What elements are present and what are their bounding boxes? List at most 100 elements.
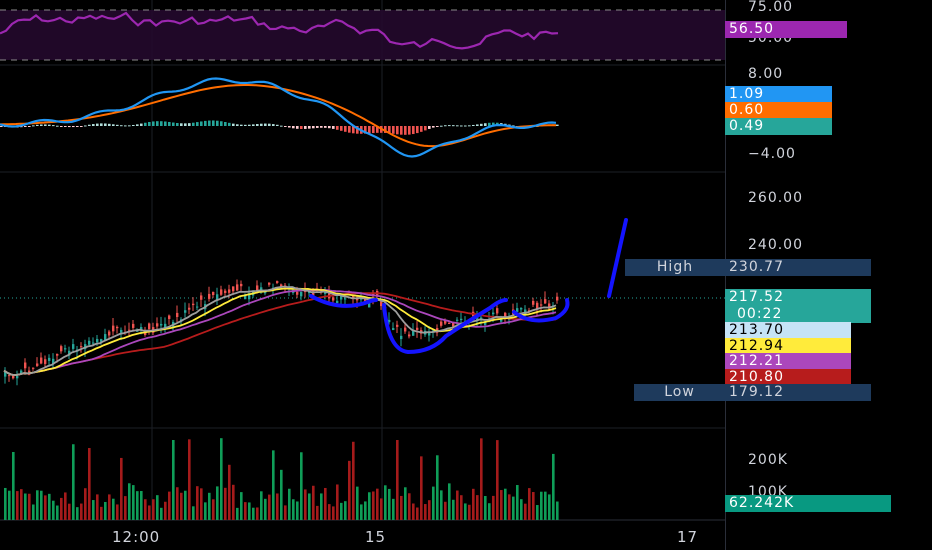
volume-bar: [152, 499, 155, 520]
macd-histogram-bar: [408, 126, 411, 135]
candle-body: [456, 319, 459, 321]
volume-bar: [356, 486, 359, 520]
macd-histogram-bar: [296, 126, 299, 129]
candle-body: [24, 362, 27, 369]
candle-body: [276, 281, 279, 283]
candle-body: [224, 290, 227, 293]
volume-bar: [460, 495, 463, 520]
volume-bar: [288, 488, 291, 520]
candle-body: [32, 367, 35, 369]
volume-bar: [412, 503, 415, 520]
macd-line-value: 1.09: [725, 86, 832, 103]
macd-histogram-bar: [236, 124, 239, 126]
volume-bar: [108, 494, 111, 520]
time-label-17: 17: [677, 528, 699, 546]
volume-bar: [320, 493, 323, 520]
candle-body: [64, 348, 67, 350]
volume-bar: [432, 486, 435, 520]
volume-bar: [184, 490, 187, 520]
macd-histogram-bar: [64, 126, 67, 127]
macd-histogram-bar: [128, 125, 131, 127]
macd-histogram-bar: [272, 124, 275, 126]
candle-body: [232, 286, 235, 292]
candle-body: [332, 297, 335, 301]
volume-bar: [472, 488, 475, 520]
volume-bar: [252, 507, 255, 520]
candle-body: [88, 340, 91, 345]
volume-bar: [168, 491, 171, 520]
macd-histogram-bar: [252, 124, 255, 126]
volume-bar: [328, 504, 331, 520]
ma-value-3: 212.21: [725, 353, 851, 370]
volume-bar: [492, 495, 495, 520]
volume-bar: [496, 440, 499, 520]
volume-bar: [552, 453, 555, 520]
volume-bar: [116, 504, 119, 520]
macd-histogram-bar: [120, 125, 123, 127]
candle-body: [300, 292, 303, 297]
volume-bar: [144, 499, 147, 520]
macd-histogram-bar: [456, 125, 459, 127]
price-pane: [0, 279, 725, 386]
volume-bar: [448, 483, 451, 520]
candle-body: [196, 306, 199, 308]
macd-histogram-bar: [0, 126, 3, 127]
low-label: Low: [634, 384, 725, 401]
macd-histogram-bar: [196, 122, 199, 126]
candle-body: [160, 323, 163, 326]
volume-bar: [92, 500, 95, 520]
macd-histogram-bar: [152, 121, 155, 126]
volume-bar: [464, 503, 467, 520]
volume-bar: [96, 494, 99, 520]
high-value-badge: 230.77: [725, 259, 871, 276]
macd-histogram-bar: [556, 124, 559, 126]
macd-histogram-bar: [80, 126, 83, 127]
candle-body: [176, 312, 179, 318]
macd-histogram-bar: [28, 126, 31, 127]
candle-body: [132, 323, 135, 328]
candle-body: [492, 312, 495, 315]
volume-bar: [172, 440, 175, 520]
macd-histogram-bar: [240, 124, 243, 126]
macd-histogram-bar: [428, 126, 431, 129]
macd-histogram-bar: [264, 123, 267, 126]
macd-histogram-bar: [44, 124, 47, 126]
candle-body: [148, 323, 151, 330]
chart-stage[interactable]: 75.00 50.00 56.50 8.00 −4.00 1.09 0.60 0.4…: [0, 0, 932, 550]
macd-histogram-bar: [484, 123, 487, 126]
volume-bar: [336, 484, 339, 520]
macd-histogram-bar: [468, 125, 471, 127]
macd-histogram-bar: [308, 126, 311, 129]
macd-histogram-bar: [300, 126, 303, 130]
candle-body: [520, 308, 523, 310]
macd-histogram-bar: [464, 125, 467, 127]
volume-bar: [156, 495, 159, 520]
volume-bar: [396, 440, 399, 520]
signal-line-value: 0.60: [725, 102, 832, 119]
volume-bar: [164, 501, 167, 520]
candle-body: [184, 310, 187, 313]
candle-body: [408, 334, 411, 337]
candle-body: [36, 363, 39, 366]
macd-histogram-bar: [268, 123, 271, 126]
candle-body: [240, 283, 243, 287]
macd-histogram-bar: [420, 126, 423, 132]
macd-tick-bottom: −4.00: [748, 146, 796, 162]
volume-bar: [284, 505, 287, 520]
volume-bar: [344, 501, 347, 520]
volume-bar: [256, 507, 259, 520]
volume-bar: [100, 506, 103, 520]
macd-histogram-bar: [204, 120, 207, 126]
macd-histogram-bar: [100, 123, 103, 126]
volume-bar: [272, 450, 275, 520]
macd-histogram-bar: [176, 122, 179, 126]
macd-histogram-bar: [280, 125, 283, 127]
macd-histogram-bar: [448, 125, 451, 127]
volume-bar: [516, 485, 519, 520]
volume-bar: [148, 505, 151, 520]
candle-body: [56, 354, 59, 356]
volume-bar: [480, 438, 483, 520]
macd-histogram-bar: [444, 125, 447, 127]
macd-histogram-bar: [344, 126, 347, 132]
macd-tick-top: 8.00: [748, 66, 784, 82]
